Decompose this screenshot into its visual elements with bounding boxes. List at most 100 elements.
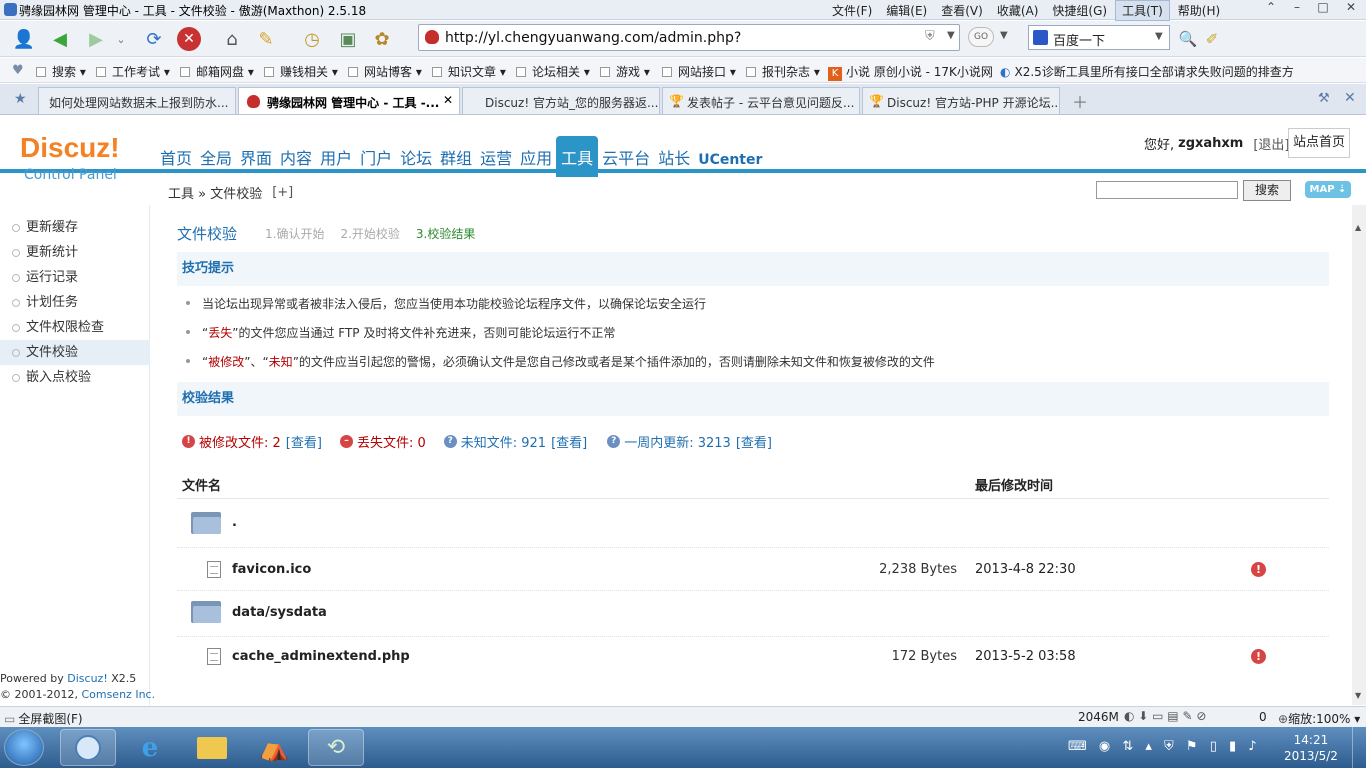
nav-forum[interactable]: 论坛 xyxy=(396,140,436,173)
discuz-logo[interactable]: Discuz! xyxy=(20,132,120,164)
fav-api[interactable]: 网站接口 ▾ xyxy=(662,63,736,80)
clock[interactable]: 14:21 2013/5/2 xyxy=(1284,732,1338,764)
menu-view[interactable]: 查看(V) xyxy=(935,1,989,20)
home-icon[interactable]: ⌂ xyxy=(218,25,246,53)
sidebar-item-hook-check[interactable]: 嵌入点校验 xyxy=(0,365,150,390)
taskbar-folder-icon[interactable] xyxy=(184,729,240,766)
fav-x25[interactable]: ◐ X2.5诊断工具里所有接口全部请求失败问题的排查方 xyxy=(1000,63,1294,80)
nav-global[interactable]: 全局 xyxy=(196,140,236,173)
forward-icon[interactable]: ▶ xyxy=(82,25,110,53)
nav-webmaster[interactable]: 站长 xyxy=(654,140,694,173)
stop-icon[interactable]: ✕ xyxy=(177,27,201,51)
comsenz-link[interactable]: Comsenz Inc. xyxy=(81,688,155,701)
menu-favorites[interactable]: 收藏(A) xyxy=(991,1,1045,20)
fav-work[interactable]: 工作考试 ▾ xyxy=(96,63,170,80)
sidebar-item-update-cache[interactable]: 更新缓存 xyxy=(0,215,150,240)
address-input[interactable]: http://yl.chengyuanwang.com/admin.php? xyxy=(445,30,741,46)
nav-apps[interactable]: 应用 xyxy=(516,140,556,173)
discuz-link[interactable]: Discuz! xyxy=(67,672,107,685)
admin-search-button[interactable]: 搜索 xyxy=(1243,180,1291,201)
plugin-icon[interactable]: ✿ xyxy=(368,25,396,53)
history-dropdown-icon[interactable]: ⌄ xyxy=(112,25,130,53)
user-icon[interactable]: 👤 xyxy=(10,25,38,53)
sidebar-item-file-perms[interactable]: 文件权限检查 xyxy=(0,315,150,340)
security-shield-icon[interactable]: ⛨ xyxy=(925,29,935,44)
nav-style[interactable]: 界面 xyxy=(236,140,276,173)
nav-content[interactable]: 内容 xyxy=(276,140,316,173)
fav-17k[interactable]: K 小说 原创小说 - 17K小说网 xyxy=(828,63,993,81)
new-tab-icon[interactable]: ＋ xyxy=(1072,89,1088,113)
tab-1[interactable]: 如何处理网站数据未上报到防水... xyxy=(38,87,236,114)
fav-knowledge[interactable]: 知识文章 ▾ xyxy=(432,63,506,80)
nav-portal[interactable]: 门户 xyxy=(356,140,396,173)
screenshot-label[interactable]: ▭ 全屏截图(F) xyxy=(4,710,83,727)
close-all-icon[interactable]: ✕ xyxy=(1344,90,1356,106)
star-icon[interactable]: ★ xyxy=(14,91,27,107)
menu-help[interactable]: 帮助(H) xyxy=(1172,1,1226,20)
nav-tools[interactable]: 工具 xyxy=(556,136,599,177)
close-window-icon[interactable]: ✕ xyxy=(1338,0,1364,16)
fav-mail[interactable]: 邮箱网盘 ▾ xyxy=(180,63,254,80)
back-icon[interactable]: ◀ xyxy=(46,25,74,53)
fav-search[interactable]: 搜索 ▾ xyxy=(36,63,86,80)
scroll-up-icon[interactable]: ▲ xyxy=(1355,223,1361,232)
menu-file[interactable]: 文件(F) xyxy=(826,1,878,20)
minimize-icon[interactable]: – xyxy=(1284,0,1310,16)
vertical-scrollbar[interactable]: ▲ ▼ xyxy=(1352,205,1366,705)
nav-users[interactable]: 用户 xyxy=(316,140,356,173)
menu-groups[interactable]: 快捷组(G) xyxy=(1046,1,1113,20)
clock-icon[interactable]: ◷ xyxy=(298,25,326,53)
admin-search-input[interactable] xyxy=(1096,181,1238,199)
menu-tools[interactable]: 工具(T) xyxy=(1115,0,1170,21)
fav-forum[interactable]: 论坛相关 ▾ xyxy=(516,63,590,80)
taskbar-maxthon-icon[interactable]: ⟲ xyxy=(308,729,364,766)
nav-home[interactable]: 首页 xyxy=(156,140,196,173)
address-dropdown-icon[interactable]: ▼ xyxy=(947,30,955,41)
address-bar[interactable]: http://yl.chengyuanwang.com/admin.php? ⛨… xyxy=(418,24,960,51)
modified-warning-icon[interactable]: ! xyxy=(1251,562,1266,577)
tab-3[interactable]: Discuz! 官方站_您的服务器返... xyxy=(462,87,660,114)
view-modified-link[interactable]: [查看] xyxy=(286,432,322,451)
go-dropdown-icon[interactable]: ▼ xyxy=(1000,30,1008,41)
nav-operation[interactable]: 运营 xyxy=(476,140,516,173)
nav-group[interactable]: 群组 xyxy=(436,140,476,173)
add-shortcut-link[interactable]: [+] xyxy=(272,185,293,200)
bookmark-add-icon[interactable]: ✎ xyxy=(252,25,280,53)
modified-warning-icon[interactable]: ! xyxy=(1251,649,1266,664)
system-tray-icons[interactable]: ⌨ ◉ ⇅ ▴ ⛨ ⚑ ▯ ▮ ♪ xyxy=(1068,739,1261,754)
view-unknown-link[interactable]: [查看] xyxy=(551,432,587,451)
tab-4[interactable]: 🏆 发表帖子 - 云平台意见问题反... xyxy=(662,87,860,114)
tab-2[interactable]: 骋缘园林网 管理中心 - 工具 -... ✕ xyxy=(238,87,460,114)
fav-blog[interactable]: 网站博客 ▾ xyxy=(348,63,422,80)
nav-ucenter[interactable]: UCenter xyxy=(694,147,766,172)
taskbar-explorer-icon[interactable] xyxy=(60,729,116,766)
go-button[interactable]: GO xyxy=(968,27,994,47)
sidebar-item-file-check[interactable]: 文件校验 xyxy=(0,340,150,365)
fav-magazine[interactable]: 报刊杂志 ▾ xyxy=(746,63,820,80)
search-engine-box[interactable]: 百度一下 ▼ xyxy=(1028,25,1170,50)
logout-link[interactable]: [退出] xyxy=(1253,134,1289,153)
start-button[interactable] xyxy=(4,729,44,766)
map-button[interactable]: MAP ⇣ xyxy=(1305,181,1351,198)
restore-icon[interactable]: ⌃ xyxy=(1258,0,1284,16)
zoom-level[interactable]: ⊕缩放:100% ▾ xyxy=(1278,710,1360,727)
fav-games[interactable]: 游戏 ▾ xyxy=(600,63,650,80)
highlight-icon[interactable]: ✐ xyxy=(1198,25,1226,53)
status-icons[interactable]: ◐ ⬇ ▭ ▤ ✎ ⊘ xyxy=(1124,709,1206,723)
menu-edit[interactable]: 编辑(E) xyxy=(880,1,933,20)
taskbar-app-icon[interactable]: ⛺ xyxy=(246,729,302,766)
feed-icon[interactable]: ▣ xyxy=(334,25,362,53)
search-engine-dropdown-icon[interactable]: ▼ xyxy=(1155,31,1163,42)
site-home-button[interactable]: 站点首页 xyxy=(1288,128,1350,158)
sidebar-item-run-log[interactable]: 运行记录 xyxy=(0,265,150,290)
maximize-icon[interactable]: □ xyxy=(1310,0,1336,16)
sidebar-item-cron[interactable]: 计划任务 xyxy=(0,290,150,315)
fav-money[interactable]: 赚钱相关 ▾ xyxy=(264,63,338,80)
refresh-icon[interactable]: ⟳ xyxy=(140,25,168,53)
heart-icon[interactable]: ♥ xyxy=(12,63,24,78)
scroll-down-icon[interactable]: ▼ xyxy=(1355,691,1361,700)
sidebar-item-update-stats[interactable]: 更新统计 xyxy=(0,240,150,265)
search-engine-input[interactable]: 百度一下 xyxy=(1053,30,1105,49)
nav-cloud[interactable]: 云平台 xyxy=(598,140,654,173)
tab-5[interactable]: 🏆 Discuz! 官方站-PHP 开源论坛... xyxy=(862,87,1060,114)
